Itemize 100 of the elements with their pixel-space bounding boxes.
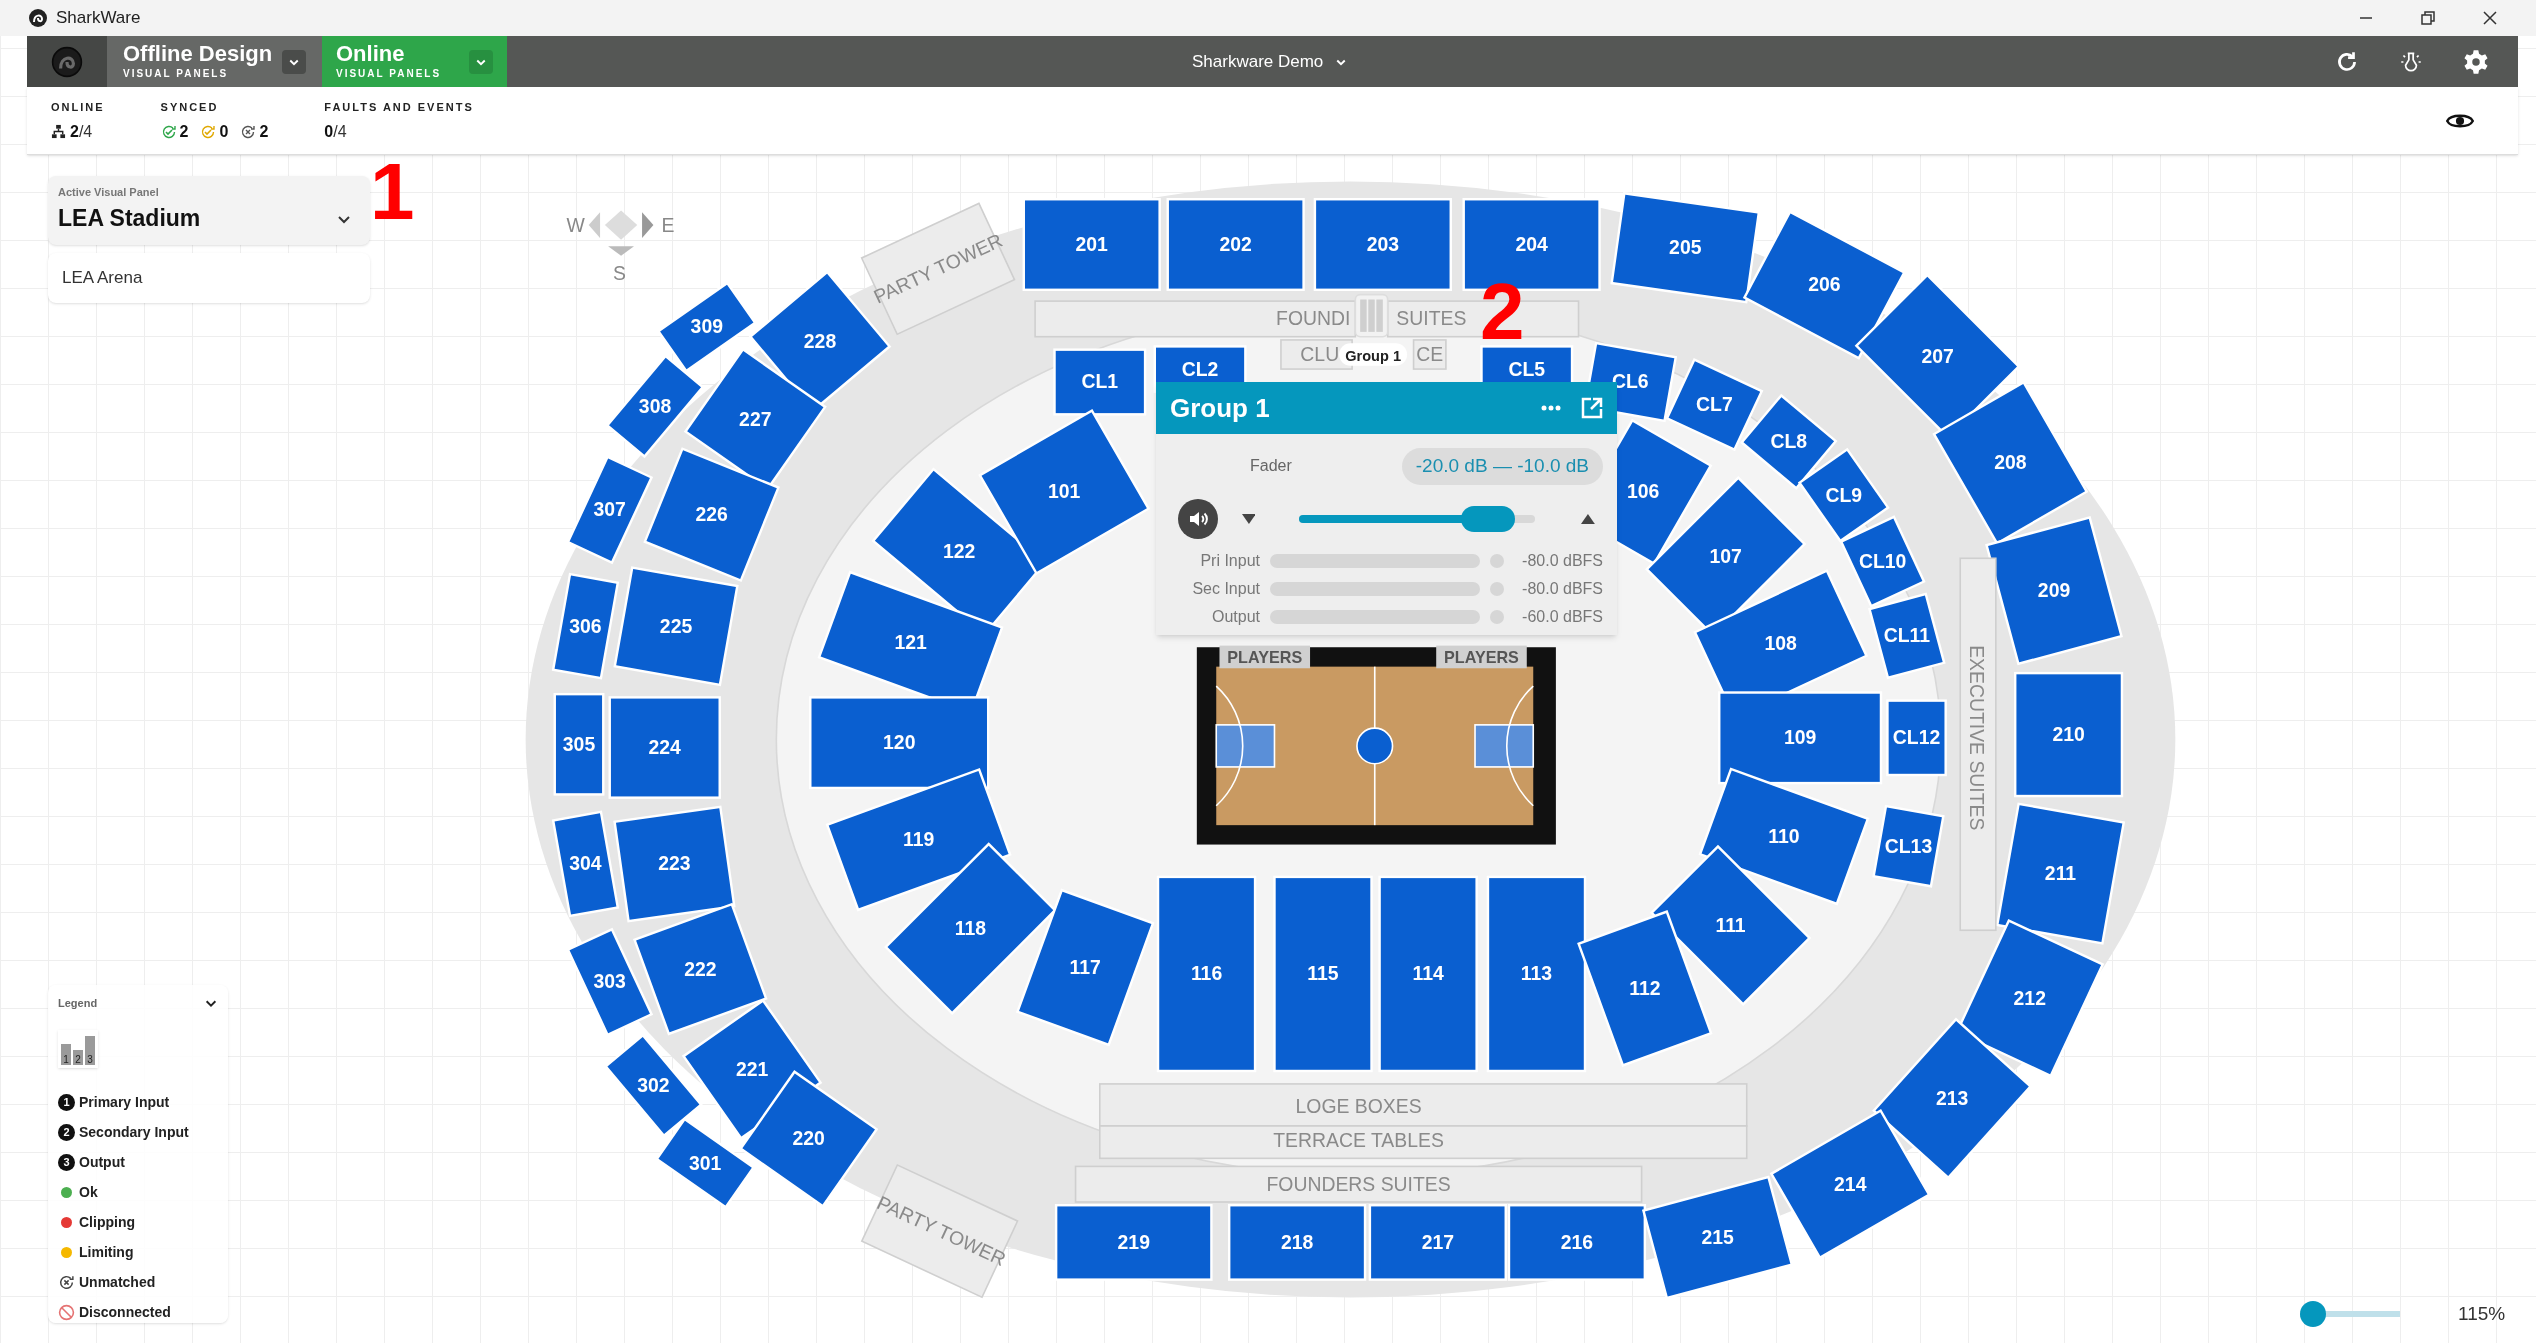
app-logo-icon[interactable] [51,45,83,78]
seating-section[interactable]: CL12 [1886,699,1947,777]
seating-section[interactable]: 116 [1156,875,1257,1073]
sync-count: 2 [179,121,189,142]
seating-section[interactable]: 114 [1378,875,1478,1073]
seating-section[interactable]: 223 [613,805,736,923]
legend-label: Output [79,1152,125,1172]
seating-section[interactable]: 224 [608,696,721,799]
seating-section[interactable]: 205 [1610,192,1761,304]
seating-section[interactable]: 203 [1313,198,1452,292]
seating-section[interactable]: 120 [809,696,990,790]
seating-section[interactable]: 218 [1227,1204,1367,1281]
zoom-slider-thumb[interactable] [2300,1301,2326,1328]
seating-section[interactable]: 219 [1054,1204,1213,1281]
suite-area: TERRACE TABLES [1099,1125,1748,1160]
settings-icon[interactable] [2462,47,2490,76]
fader-label: Fader [1250,456,1292,477]
legend-title: Legend [58,996,98,1011]
seating-section[interactable]: CL7 [1665,358,1764,452]
players-label: PLAYERS [1436,645,1527,669]
sync-status-icon [200,123,217,140]
seating-section[interactable]: 226 [643,447,780,583]
sync-status-icon [160,123,177,140]
seating-section[interactable]: 214 [1769,1109,1931,1260]
seating-section[interactable]: 215 [1641,1175,1794,1300]
mode-tab[interactable]: Online VISUAL PANELS [322,36,507,87]
seating-section[interactable]: 222 [632,902,768,1036]
seating-section[interactable]: 210 [2014,671,2124,798]
legend-label: Limiting [79,1242,134,1262]
sync-count: 2 [259,121,269,142]
suite-area: CE [1412,339,1447,370]
compass-letter: S [613,262,626,285]
seating-section[interactable]: CL10 [1839,515,1926,608]
mute-button[interactable] [1178,498,1218,539]
seating-section[interactable]: 305 [553,692,605,796]
legend-label: Disconnected [79,1302,171,1322]
seating-section[interactable]: CL11 [1868,592,1946,680]
legend-label: Ok [79,1182,98,1202]
group-label[interactable]: Group 1 [1339,343,1408,366]
seating-section[interactable]: 307 [566,455,654,565]
fader-range: -20.0 dB — -10.0 dB [1401,448,1603,485]
number-badge: 1 [58,1093,75,1111]
meter-reading: -80.0 dBFS [1521,578,1603,599]
sync-count: 0 [219,121,229,142]
seating-section[interactable]: 201 [1022,198,1161,292]
online-label: ONLINE [51,100,105,115]
compass-icon [588,210,654,256]
window-title: SharkWare [56,7,141,30]
seating-section[interactable]: 211 [1995,802,2126,945]
legend-label: Unmatched [79,1272,156,1292]
suite-area: FOUNDI [1034,300,1357,338]
zoom-slider[interactable] [2300,1301,2400,1328]
seating-section[interactable]: 109 [1718,691,1883,785]
increase-icon[interactable] [1581,513,1595,524]
network-icon [51,124,66,139]
seating-section[interactable]: 217 [1368,1204,1507,1281]
unmatched-icon [58,1273,75,1291]
mode-tab[interactable]: Offline Design VISUAL PANELS [107,36,322,87]
seating-section[interactable]: 110 [1698,767,1870,906]
app-logo-icon [28,8,48,28]
open-external-icon[interactable] [1581,397,1603,419]
seating-section[interactable]: 216 [1507,1204,1647,1281]
suite-area: LOGE BOXES [1099,1083,1748,1127]
players-label: PLAYERS [1219,645,1311,669]
seating-section[interactable]: 117 [1015,888,1155,1047]
meter-reading: -60.0 dBFS [1521,606,1603,627]
seating-section[interactable]: CL9 [1797,447,1890,543]
restore-icon[interactable] [2420,10,2436,26]
disconnected-icon [58,1303,75,1321]
seating-section[interactable]: 209 [1985,515,2123,666]
sync-status-icon [240,123,257,140]
zoom-level: 115% [2458,1302,2506,1326]
seating-section[interactable]: 202 [1166,198,1305,292]
meter-bars-icon: 1 2 3 [58,1029,98,1068]
seating-section[interactable]: 304 [551,810,620,918]
seating-section[interactable]: 112 [1577,910,1713,1067]
faults-label: FAULTS AND EVENTS [324,100,474,115]
seating-section[interactable]: 101 [978,408,1151,575]
fader-thumb[interactable] [1461,505,1516,532]
decrease-icon[interactable] [1241,513,1256,524]
compass-letter: E [661,213,675,236]
seating-section[interactable]: CL1 [1053,348,1147,416]
more-options-icon[interactable] [1541,405,1561,411]
seating-section[interactable]: 303 [566,927,654,1037]
synced-label: SYNCED [160,100,220,115]
seating-section[interactable]: 306 [551,572,620,680]
compass-letter: W [566,213,585,236]
seating-section[interactable]: 113 [1486,875,1587,1073]
popup-title: Group 1 [1170,391,1270,425]
seating-section[interactable]: 119 [825,767,1012,912]
meter-label: Pri Input [1199,550,1260,571]
active-panel-dropdown[interactable]: Active Visual Panel LEA Stadium [48,176,370,245]
meter-label: Sec Input [1191,578,1260,599]
seating-section[interactable]: CL13 [1872,804,1945,888]
close-icon[interactable] [2482,10,2498,26]
fader-slider[interactable] [1299,505,1534,532]
project-dropdown[interactable]: Sharkware Demo [1192,48,1348,75]
seating-section[interactable]: 115 [1273,875,1373,1073]
panel-option[interactable]: LEA Arena [48,253,370,303]
seating-section[interactable]: 206 [1742,210,1906,360]
